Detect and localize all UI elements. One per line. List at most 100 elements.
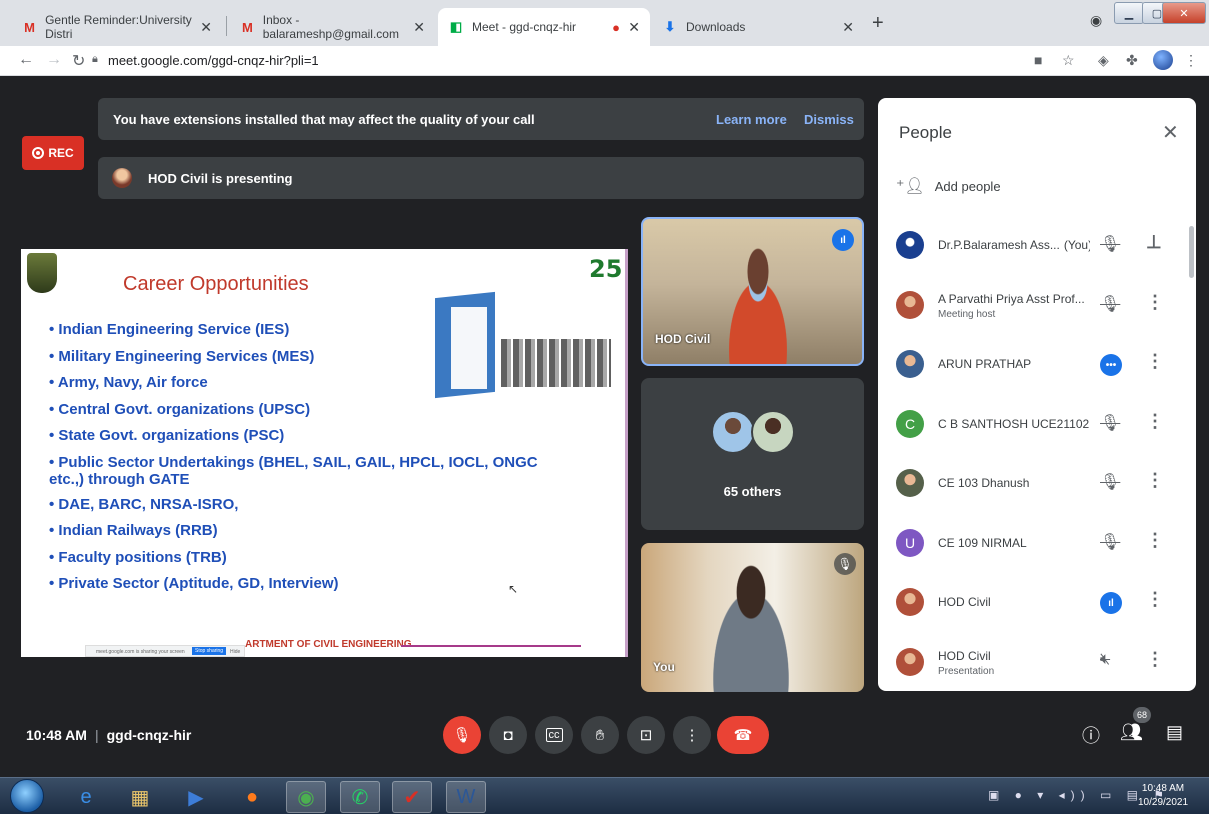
close-icon[interactable]: ✕: [842, 19, 854, 36]
participant-name-text: ARUN PRATHAP: [938, 357, 1032, 371]
college-logo: [27, 253, 57, 293]
video-tile-hod-civil[interactable]: ıl HOD Civil: [641, 217, 864, 366]
participant-row[interactable]: CE 103 Dhanush 🎙︎ ⋮: [878, 454, 1188, 514]
slide-title: Career Opportunities: [123, 273, 309, 295]
people-button[interactable]: 👥︎: [1120, 722, 1143, 743]
share-bar-text: meet.google.com is sharing your screen: [96, 649, 185, 655]
minimize-button[interactable]: ▁: [1114, 2, 1144, 24]
stop-sharing-button: Stop sharing: [192, 647, 227, 655]
more-options-icon[interactable]: ⋮: [1146, 411, 1164, 432]
more-options-icon[interactable]: ⋮: [1146, 292, 1164, 313]
extension-icon[interactable]: ◈: [1098, 52, 1109, 69]
scrollbar[interactable]: [1189, 226, 1194, 278]
profile-avatar[interactable]: [1153, 50, 1173, 70]
more-options-icon[interactable]: ⋮: [1146, 530, 1164, 551]
meeting-info: 10:48 AM | ggd-cnqz-hir: [26, 727, 191, 743]
participant-row[interactable]: U CE 109 NIRMAL 🎙︎ ⋮: [878, 514, 1188, 574]
address-bar: ← → ↻ 🔒︎ meet.google.com/ggd-cnqz-hir?pl…: [0, 46, 1209, 76]
more-options-icon[interactable]: ⋮: [1146, 351, 1164, 372]
close-icon[interactable]: ✕: [628, 19, 640, 36]
tab-gentle-reminder[interactable]: M Gentle Reminder:University Distri ✕: [12, 8, 222, 46]
close-icon[interactable]: ✕: [1162, 120, 1179, 145]
kebab-menu-icon: ⋮: [684, 727, 700, 744]
close-window-button[interactable]: ✕: [1162, 2, 1206, 24]
list-item: Central Govt. organizations (UPSC): [49, 397, 569, 424]
mic-off-icon[interactable]: 🎙︎: [1100, 413, 1120, 433]
lock-icon[interactable]: 🔒︎: [92, 53, 98, 66]
hand-icon: ✋︎: [595, 726, 605, 744]
video-tile-you[interactable]: 🎙︎ You: [641, 543, 864, 692]
meeting-details-button[interactable]: ⓘ: [1082, 722, 1100, 748]
more-options-icon[interactable]: ⋮: [1146, 589, 1164, 610]
mic-off-icon[interactable]: 🎙︎: [1100, 294, 1120, 314]
participant-name: HOD Civil: [938, 595, 1090, 609]
dismiss-button[interactable]: Dismiss: [804, 112, 854, 127]
tab-meet[interactable]: ◧ Meet - ggd-cnqz-hir ● ✕: [438, 8, 650, 46]
firefox-icon[interactable]: ●: [232, 781, 272, 813]
forward-icon[interactable]: →: [46, 51, 62, 69]
avatar: [711, 410, 755, 454]
present-now-button[interactable]: ⊡: [627, 716, 665, 754]
whatsapp-icon[interactable]: ✆: [340, 781, 380, 813]
camera-icon[interactable]: ■: [1034, 52, 1042, 68]
chat-button[interactable]: ▤: [1166, 722, 1183, 743]
back-icon[interactable]: ←: [18, 51, 34, 69]
mic-off-icon[interactable]: 🎙︎: [1100, 472, 1120, 492]
mouse-cursor-icon: ↖: [508, 582, 519, 596]
start-button[interactable]: [10, 779, 44, 813]
add-people-button[interactable]: ⁺👤︎ Add people: [896, 176, 1001, 196]
app-icon[interactable]: ✔: [392, 781, 432, 813]
more-options-icon[interactable]: ⋮: [1146, 470, 1164, 491]
video-tile-others[interactable]: 65 others: [641, 378, 864, 530]
leave-call-button[interactable]: ☎︎: [717, 716, 769, 754]
tab-inbox[interactable]: M Inbox - balarameshp@gmail.com ✕: [230, 8, 435, 46]
speaking-indicator-icon: ıl: [832, 229, 854, 251]
mic-off-icon[interactable]: 🎙︎: [1100, 234, 1120, 254]
close-icon[interactable]: ✕: [200, 19, 212, 36]
tab-downloads[interactable]: ⬇ Downloads ✕: [652, 8, 864, 46]
word-icon[interactable]: W: [446, 781, 486, 813]
close-icon[interactable]: ✕: [413, 19, 425, 36]
mic-off-icon[interactable]: 🎙︎: [1100, 532, 1120, 552]
list-item: Indian Railways (RRB): [49, 518, 569, 545]
learn-more-link[interactable]: Learn more: [716, 112, 787, 127]
participant-name: HOD Civil: [938, 649, 1090, 663]
participant-row[interactable]: A Parvathi Priya Asst Prof... Meeting hos…: [878, 276, 1188, 336]
avatar: [896, 350, 924, 378]
avatar: [751, 410, 795, 454]
gmail-icon: M: [24, 19, 35, 35]
raise-hand-button[interactable]: ✋︎: [581, 716, 619, 754]
chrome-icon[interactable]: ◉: [286, 781, 326, 813]
participant-row[interactable]: Dr.P.Balaramesh Ass... (You) 🎙︎ ⊥: [878, 216, 1188, 276]
internet-explorer-icon[interactable]: e: [66, 781, 106, 813]
camera-toggle-button[interactable]: ◘: [489, 716, 527, 754]
url-field[interactable]: meet.google.com/ggd-cnqz-hir?pli=1: [108, 53, 319, 68]
tab-separator: [226, 16, 227, 36]
mic-toggle-button[interactable]: 🎙︎: [443, 716, 481, 754]
participant-row[interactable]: C C B SANTHOSH UCE21102 🎙︎ ⋮: [878, 395, 1188, 455]
bookmark-star-icon[interactable]: ☆: [1062, 52, 1075, 69]
profile-menu-icon[interactable]: ◉: [1090, 12, 1102, 29]
participant-row[interactable]: ARUN PRATHAP ••• ⋮: [878, 335, 1188, 395]
media-player-icon[interactable]: ▶: [176, 781, 216, 813]
reload-icon[interactable]: ↻: [72, 51, 85, 71]
tile-name: HOD Civil: [655, 332, 711, 346]
more-options-icon[interactable]: ⋮: [1146, 649, 1164, 670]
kebab-menu-icon[interactable]: ⋮: [1184, 52, 1198, 69]
audio-muted-icon[interactable]: 🔇︎: [1100, 651, 1110, 669]
recording-indicator: REC: [22, 136, 84, 170]
download-icon: ⬇: [664, 19, 676, 34]
others-count: 65 others: [723, 484, 782, 499]
captions-button[interactable]: cc: [535, 716, 573, 754]
list-item: Public Sector Undertakings (BHEL, SAIL, …: [49, 454, 569, 488]
participant-row[interactable]: HOD Civil Presentation 🔇︎ ⋮: [878, 633, 1188, 692]
system-clock[interactable]: 10:48 AM 10/29/2021: [1138, 782, 1188, 810]
avatar: C: [896, 409, 924, 438]
avatar: [896, 231, 924, 259]
more-options-button[interactable]: ⋮: [673, 716, 711, 754]
participant-row[interactable]: HOD Civil ıl ⋮: [878, 573, 1188, 633]
file-explorer-icon[interactable]: ▦: [120, 781, 160, 813]
new-tab-button[interactable]: +: [872, 12, 884, 35]
pin-icon[interactable]: ⊥: [1146, 232, 1162, 253]
puzzle-icon[interactable]: ✤: [1126, 52, 1138, 69]
